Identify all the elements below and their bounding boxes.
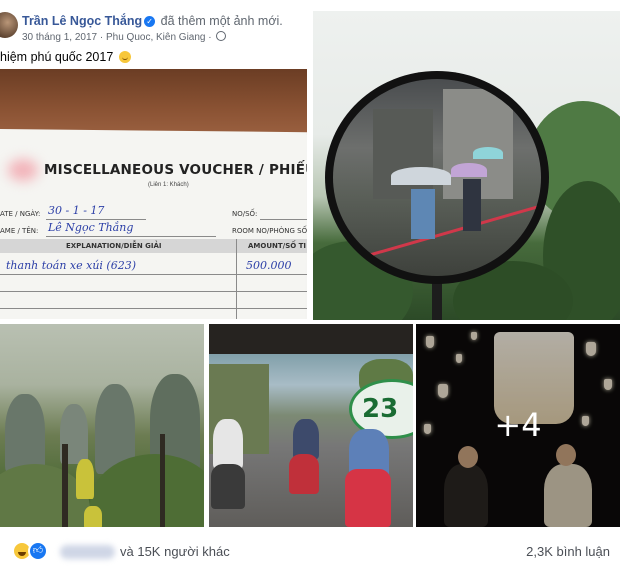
person-yellow-raincoat: [76, 459, 94, 499]
receipt-row-line: [0, 274, 307, 275]
umbrella-clear: [391, 167, 451, 185]
post-action-text: đã thêm một ảnh mới.: [160, 14, 283, 28]
caption-text: hiệm phú quốc 2017: [0, 50, 114, 64]
reflected-person: [411, 189, 435, 239]
receipt-row-line: [0, 291, 307, 292]
author-name-link[interactable]: Trần Lê Ngọc Thắng: [22, 14, 142, 28]
mirror-reflection: [333, 79, 541, 276]
misty-tree: [5, 394, 45, 474]
photo-lanterns-more[interactable]: +4: [416, 324, 620, 527]
bare-trunk: [160, 434, 165, 527]
receipt-date-label: ATE / NGÀY:: [0, 210, 41, 218]
receipt-name-label: AME / TÊN:: [0, 227, 39, 235]
receipt-col-amount: AMOUNT/SỐ TI: [248, 242, 307, 250]
receipt-subtitle: (Liên 1: Khách): [148, 182, 189, 188]
rider: [213, 419, 243, 469]
reflected-person: [463, 179, 481, 231]
receipt-date-value: 30 - 1 - 17: [48, 204, 105, 217]
photo-foggy-forest[interactable]: [0, 324, 204, 527]
receipt-no-label: NO/SỐ:: [232, 210, 258, 218]
receipt-item-text: thanh toán xe xúi (623): [6, 259, 137, 272]
receipt-room-label: ROOM NO/PHÒNG SỐ: [232, 227, 307, 235]
photo-receipt[interactable]: MISCELLANEOUS VOUCHER / PHIẾU THU DV KHÁ…: [0, 69, 307, 319]
bare-trunk: [62, 444, 68, 527]
motorbike: [345, 469, 391, 527]
receipt-item-amount: 500.000: [246, 259, 292, 272]
receipt-name-value: Lê Ngọc Thắng: [48, 221, 134, 234]
meta-separator: ·: [208, 32, 212, 43]
post-date-link[interactable]: 30 tháng 1, 2017: [22, 32, 97, 43]
umbrella-purple: [451, 163, 487, 177]
meta-separator: ·: [99, 32, 104, 43]
more-photos-count[interactable]: +4: [416, 406, 620, 444]
rider: [293, 419, 319, 459]
wooden-table: [0, 69, 307, 135]
motorbike: [289, 454, 319, 494]
blurred-reactor-name: [60, 545, 115, 559]
blurred-logo: [8, 159, 38, 181]
reflected-staircase: [373, 109, 433, 199]
comments-count-link[interactable]: 2,3K bình luận: [526, 544, 610, 559]
post-location-link[interactable]: Phu Quoc, Kiên Giang: [106, 32, 206, 43]
post-author-line: Trần Lê Ngọc Thắng ✓ đã thêm một ảnh mới.: [22, 14, 283, 28]
post-caption: hiệm phú quốc 2017: [0, 50, 131, 64]
receipt-row-line: [0, 308, 307, 309]
receipt-column-divider: [236, 239, 237, 319]
receipt-title: MISCELLANEOUS VOUCHER / PHIẾU THU DV KHÁ: [44, 162, 307, 178]
post-meta: 30 tháng 1, 2017 · Phu Quoc, Kiên Giang …: [22, 31, 227, 43]
reactions-summary[interactable]: và 15K người khác: [120, 544, 230, 559]
motorbike: [211, 464, 245, 509]
author-avatar[interactable]: [0, 12, 18, 38]
globe-icon[interactable]: [216, 31, 227, 41]
slightly-smiling-face-icon: [118, 51, 131, 63]
receipt-underline: [46, 219, 146, 220]
umbrella-teal: [473, 147, 503, 159]
reaction-icons[interactable]: 👍︎: [12, 541, 52, 563]
photo-motorbike-street[interactable]: 23: [209, 324, 413, 527]
receipt-underline: [46, 236, 216, 237]
receipt-underline: [260, 219, 307, 220]
like-reaction-icon: 👍︎: [28, 541, 48, 561]
verified-badge-icon: ✓: [144, 16, 156, 27]
person-yellow-raincoat: [84, 506, 102, 527]
receipt-col-explanation: EXPLANATION/DIỄN GIẢI: [66, 242, 162, 250]
photo-traffic-mirror[interactable]: [313, 11, 620, 320]
awning: [209, 324, 413, 354]
